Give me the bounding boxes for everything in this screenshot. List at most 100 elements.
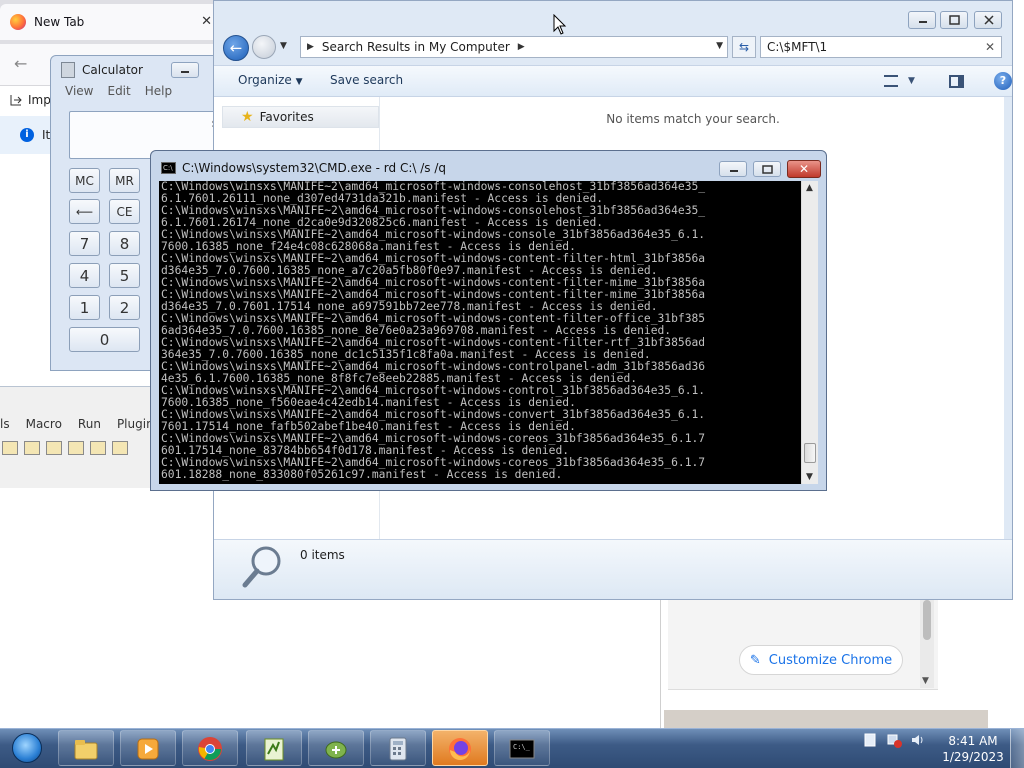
taskbar-media-player[interactable] [120, 730, 176, 766]
back-arrow-icon[interactable]: ← [14, 54, 27, 73]
search-box[interactable]: C:\$MFT\1 ✕ [760, 36, 1002, 58]
scroll-down-arrow-icon[interactable]: ▼ [922, 676, 929, 686]
scroll-down-arrow-icon[interactable]: ▼ [806, 472, 813, 482]
refresh-button[interactable]: ⇆ [732, 36, 756, 58]
console-line: C:\Windows\winsxs\MANIFE~2\amd64_microso… [161, 409, 706, 421]
search-magnifier-icon [242, 546, 281, 588]
zero-button[interactable]: 0 [69, 327, 140, 352]
cmd-maximize-button[interactable] [753, 161, 781, 177]
console-line: C:\Windows\winsxs\MANIFE~2\amd64_microso… [161, 229, 706, 241]
action-center-icon[interactable] [862, 732, 878, 748]
explorer-close-button[interactable] [974, 11, 1002, 29]
favorites-item[interactable]: ★ Favorites [222, 106, 379, 128]
mc-button[interactable]: MC [69, 168, 100, 193]
wrap-icon[interactable] [68, 441, 84, 455]
address-bar[interactable]: ▶ Search Results in My Computer ▶ ▼ [300, 36, 728, 58]
five-button[interactable]: 5 [109, 263, 140, 288]
taskbar-cmd[interactable]: C:\_ [494, 730, 550, 766]
ce-button[interactable]: CE [109, 199, 140, 224]
volume-icon[interactable] [910, 732, 926, 748]
console-line: C:\Windows\winsxs\MANIFE~2\amd64_microso… [161, 433, 706, 445]
mr-button[interactable]: MR [109, 168, 140, 193]
replace-icon[interactable] [2, 441, 18, 455]
menu-view[interactable]: View [65, 84, 93, 102]
back-button[interactable]: ← [223, 35, 249, 61]
import-bookmarks-link[interactable]: Imp [10, 90, 51, 110]
taskbar-explorer[interactable] [58, 730, 114, 766]
console-line: C:\Windows\winsxs\MANIFE~2\amd64_microso… [161, 361, 706, 373]
customize-chrome-label: Customize Chrome [768, 652, 893, 668]
svg-text:C:\_: C:\_ [513, 743, 531, 751]
cmd-close-button[interactable]: ✕ [787, 160, 821, 178]
search-input[interactable]: C:\$MFT\1 [767, 40, 827, 54]
view-dropdown-icon[interactable]: ▼ [908, 76, 915, 86]
cmd-title: C:\Windows\system32\CMD.exe - rd C:\ /s … [182, 161, 447, 175]
close-tab-icon[interactable]: ✕ [201, 14, 212, 29]
console-line: C:\Windows\winsxs\MANIFE~2\amd64_microso… [161, 205, 706, 217]
menu-macro[interactable]: Macro [26, 417, 62, 437]
console-line: C:\Windows\winsxs\MANIFE~2\amd64_microso… [161, 337, 706, 349]
address-dropdown-icon[interactable]: ▼ [716, 41, 723, 51]
zoom-icon[interactable] [24, 441, 40, 455]
explorer-minimize-button[interactable] [908, 11, 936, 29]
scrollbar-thumb[interactable] [923, 600, 931, 640]
firefox-tab[interactable]: New Tab ✕ [0, 4, 218, 40]
star-icon: ★ [241, 109, 254, 125]
empty-results-message: No items match your search. [606, 112, 780, 126]
menu-run[interactable]: Run [78, 417, 101, 437]
save-search-button[interactable]: Save search [330, 73, 403, 87]
view-controls: ▼ ? [884, 72, 1012, 90]
console-line: 7600.16385_none_f560eae4c42edb14.manifes… [161, 397, 576, 409]
chrome-scrollbar[interactable]: ▼ [920, 600, 934, 688]
taskbar-calculator[interactable] [370, 730, 426, 766]
four-button[interactable]: 4 [69, 263, 100, 288]
pilcrow-icon[interactable] [90, 441, 106, 455]
close-icon [984, 15, 994, 25]
calculator-minimize-button[interactable] [171, 62, 199, 78]
cmd-titlebar: C:\ C:\Windows\system32\CMD.exe - rd C:\… [161, 161, 446, 175]
clear-search-icon[interactable]: ✕ [985, 40, 995, 54]
network-warning-icon[interactable] [886, 732, 902, 748]
sync-icon[interactable] [46, 441, 62, 455]
console-scrollbar[interactable]: ▲ ▼ [801, 181, 818, 484]
scroll-up-arrow-icon[interactable]: ▲ [806, 183, 813, 193]
cmd-minimize-button[interactable] [719, 161, 747, 177]
taskbar-clock[interactable]: 8:41 AM 1/29/2023 [940, 733, 1006, 765]
show-desktop-button[interactable] [1010, 729, 1024, 768]
menu-help[interactable]: Help [145, 84, 172, 102]
breadcrumb-separator-icon[interactable]: ▶ [518, 42, 525, 52]
one-button[interactable]: 1 [69, 295, 100, 320]
menu-tools[interactable]: ls [0, 417, 10, 437]
organize-button[interactable]: Organize ▼ [238, 73, 303, 87]
change-view-icon[interactable] [884, 75, 898, 87]
customize-chrome-button[interactable]: ✎ Customize Chrome [739, 645, 903, 675]
console-output[interactable]: C:\Windows\winsxs\MANIFE~2\amd64_microso… [159, 181, 801, 484]
taskbar-firefox[interactable] [432, 730, 488, 766]
preview-pane-icon[interactable] [948, 74, 964, 88]
explorer-maximize-button[interactable] [940, 11, 968, 29]
help-icon[interactable]: ? [993, 72, 1012, 90]
two-button[interactable]: 2 [109, 295, 140, 320]
maximize-icon [762, 165, 773, 174]
console-line: 6.1.7601.26111_none_d307ed4731da321b.man… [161, 193, 604, 205]
calculator-titlebar: Calculator [61, 62, 143, 78]
seven-button[interactable]: 7 [69, 231, 100, 256]
taskbar-setup-wizard[interactable] [308, 730, 364, 766]
chrome-icon [198, 737, 222, 761]
breadcrumb-separator-icon[interactable]: ▶ [307, 42, 314, 52]
history-dropdown-icon[interactable]: ▼ [280, 41, 287, 51]
console-line: 4e35_6.1.7600.16385_none_8f8fc7e8eeb2288… [161, 373, 638, 385]
backspace-button[interactable]: ⟵ [69, 199, 100, 224]
menu-edit[interactable]: Edit [107, 84, 130, 102]
console-line: C:\Windows\winsxs\MANIFE~2\amd64_microso… [161, 457, 706, 469]
start-button[interactable] [4, 730, 50, 766]
chrome-newtab-panel [668, 598, 938, 690]
forward-button[interactable] [252, 35, 276, 59]
taskbar-notepadpp[interactable] [246, 730, 302, 766]
media-player-icon [137, 738, 159, 760]
indent-guide-icon[interactable] [112, 441, 128, 455]
scrollbar-thumb[interactable] [804, 443, 816, 463]
eight-button[interactable]: 8 [109, 231, 140, 256]
pencil-icon: ✎ [749, 652, 761, 668]
taskbar-chrome[interactable] [182, 730, 238, 766]
